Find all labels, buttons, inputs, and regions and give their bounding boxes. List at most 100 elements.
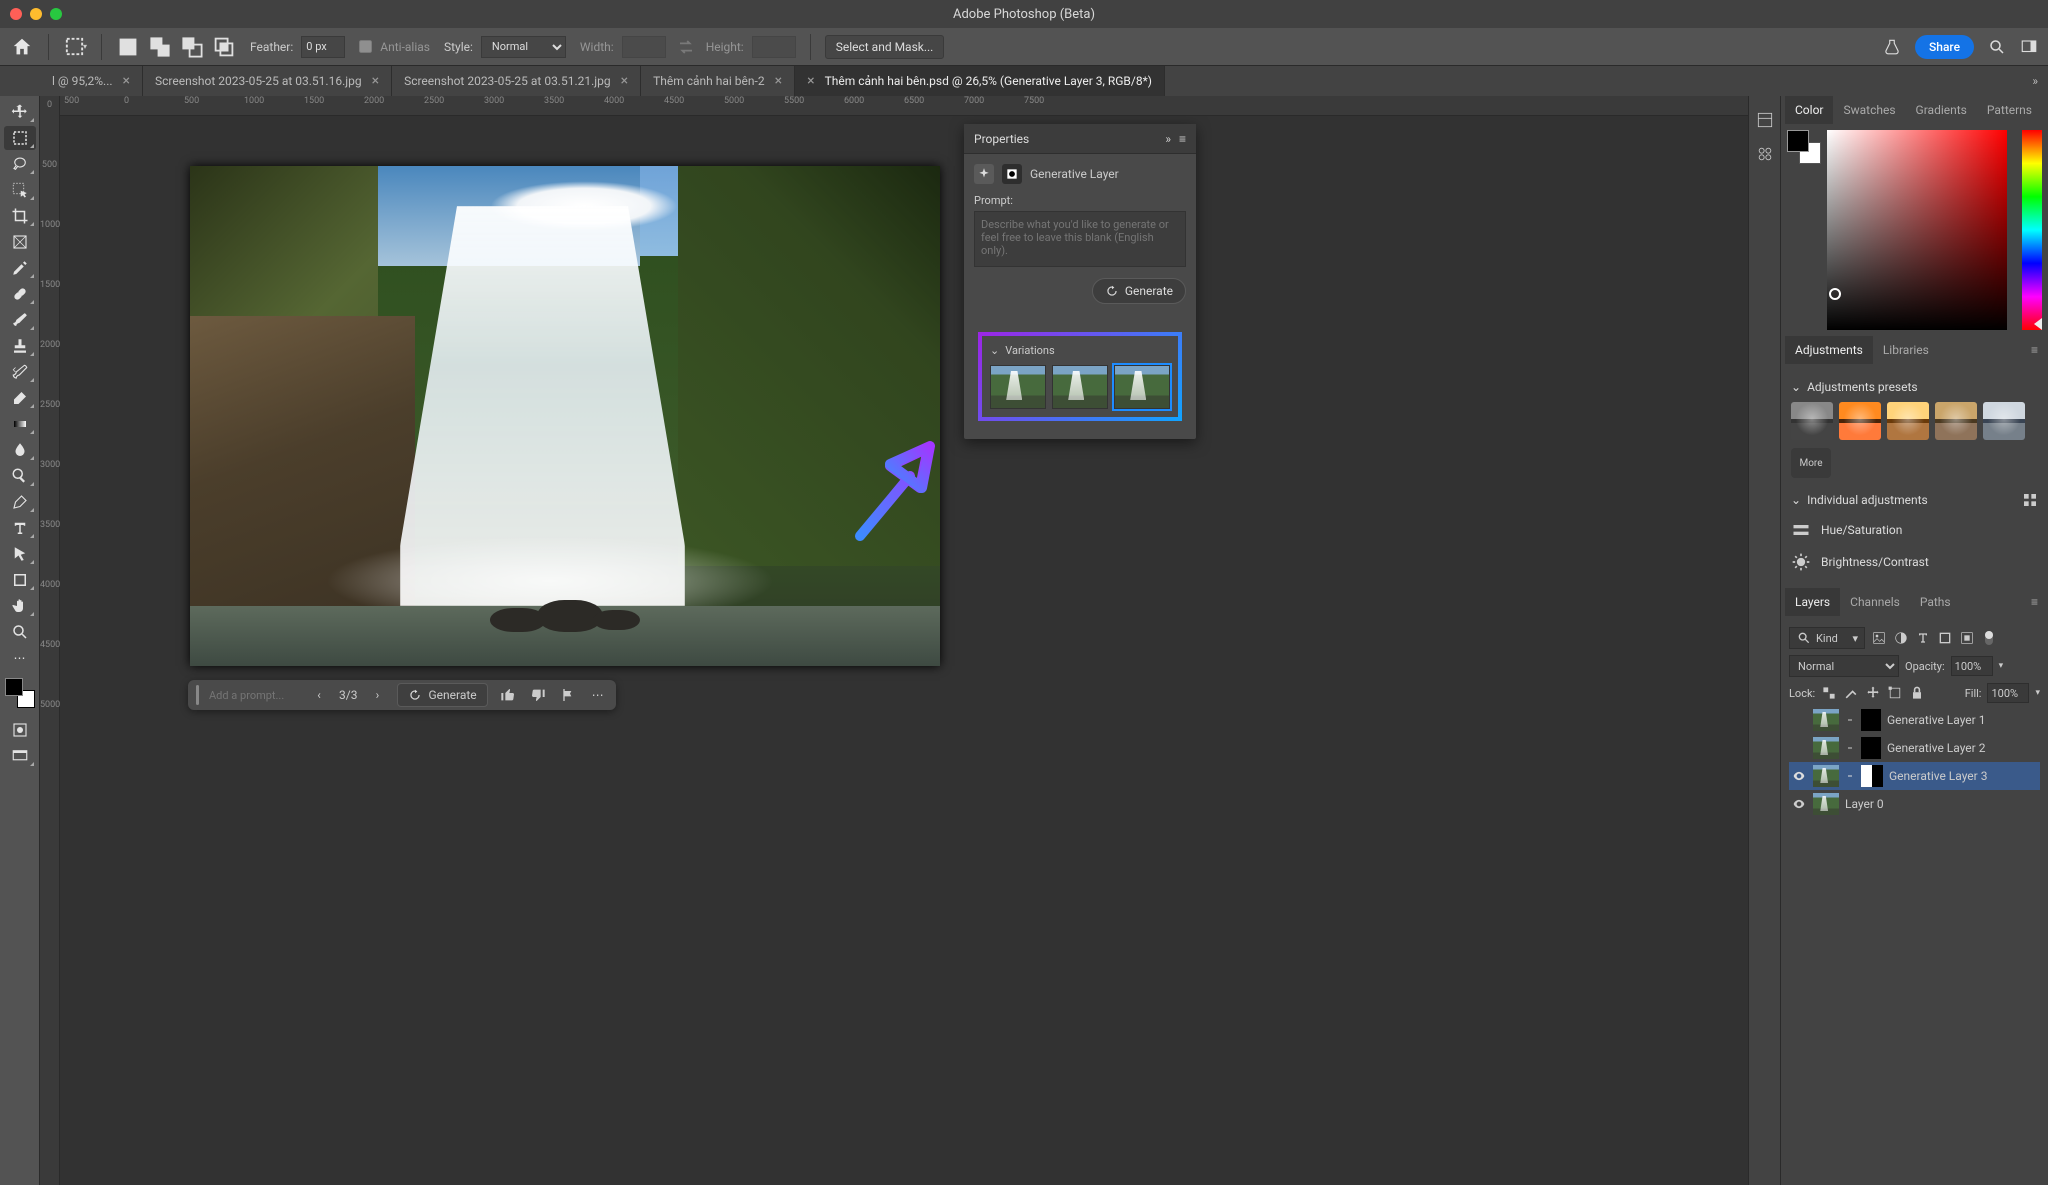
layer-name[interactable]: Generative Layer 3 (1889, 769, 1987, 783)
tab-layers[interactable]: Layers (1785, 588, 1840, 616)
filter-smart-icon[interactable] (1959, 630, 1975, 646)
hand-tool[interactable] (4, 594, 36, 618)
canvas-image[interactable] (190, 166, 940, 666)
tab-gradients[interactable]: Gradients (1906, 96, 1977, 124)
visibility-toggle[interactable] (1791, 712, 1807, 728)
layer-mask[interactable] (1861, 737, 1881, 759)
document-tab[interactable]: Screenshot 2023-05-25 at 03.51.21.jpg× (392, 66, 641, 96)
filter-pixel-icon[interactable] (1871, 630, 1887, 646)
fill-input[interactable] (1987, 683, 2029, 703)
chevron-down-icon[interactable]: ⌄ (1791, 380, 1801, 394)
preset-thumb[interactable] (1983, 402, 2025, 440)
visibility-toggle[interactable] (1791, 740, 1807, 756)
grid-view-icon[interactable] (2022, 492, 2038, 508)
feather-input[interactable] (301, 36, 345, 58)
pen-tool[interactable] (4, 490, 36, 514)
screen-mode-icon[interactable] (4, 744, 36, 768)
subtract-selection-icon[interactable] (180, 35, 204, 59)
panel-menu-icon[interactable]: ≡ (2025, 595, 2044, 609)
share-button[interactable]: Share (1915, 35, 1974, 59)
tab-adjustments[interactable]: Adjustments (1785, 336, 1873, 364)
crop-tool[interactable] (4, 204, 36, 228)
layer-name[interactable]: Generative Layer 1 (1887, 713, 1985, 727)
eraser-tool[interactable] (4, 386, 36, 410)
drag-handle[interactable] (196, 685, 199, 705)
preset-thumb[interactable] (1791, 402, 1833, 440)
beaker-icon[interactable] (1883, 38, 1901, 56)
flag-icon[interactable] (558, 685, 578, 705)
close-window[interactable] (10, 8, 22, 20)
collapsed-panel-icon[interactable] (1755, 144, 1775, 164)
more-presets-button[interactable]: More (1791, 448, 1831, 478)
prompt-input[interactable] (209, 689, 299, 702)
opacity-input[interactable] (1951, 656, 1993, 676)
color-swatches[interactable] (1787, 130, 1821, 164)
tab-channels[interactable]: Channels (1840, 588, 1910, 616)
style-select[interactable]: Normal (481, 36, 566, 58)
color-picker[interactable] (1827, 130, 2007, 330)
document-tab[interactable]: l @ 95,2%...× (40, 66, 143, 96)
foreground-background-swatches[interactable] (5, 678, 35, 708)
variation-thumb-2[interactable] (1052, 365, 1108, 409)
lock-pixels-icon[interactable] (1843, 685, 1859, 701)
gradient-tool[interactable] (4, 412, 36, 436)
generate-button[interactable]: Generate (397, 683, 487, 707)
close-tab-icon[interactable]: × (123, 73, 130, 89)
zoom-window[interactable] (50, 8, 62, 20)
visibility-toggle[interactable] (1791, 796, 1807, 812)
document-tab-active[interactable]: ×Thêm cảnh hai bên.psd @ 26,5% (Generati… (795, 66, 1165, 96)
blur-tool[interactable] (4, 438, 36, 462)
quick-mask-icon[interactable] (4, 718, 36, 742)
close-tab-icon[interactable]: × (775, 73, 782, 89)
frame-tool[interactable] (4, 230, 36, 254)
shape-tool[interactable] (4, 568, 36, 592)
move-tool[interactable] (4, 100, 36, 124)
thumbs-down-icon[interactable] (528, 685, 548, 705)
intersect-selection-icon[interactable] (212, 35, 236, 59)
preset-thumb[interactable] (1839, 402, 1881, 440)
tab-color[interactable]: Color (1785, 96, 1833, 124)
chevron-down-icon[interactable]: ⌄ (990, 344, 999, 357)
heal-tool[interactable] (4, 282, 36, 306)
document-tab[interactable]: Screenshot 2023-05-25 at 03.51.16.jpg× (143, 66, 392, 96)
layer-name[interactable]: Layer 0 (1845, 797, 1884, 811)
tab-libraries[interactable]: Libraries (1873, 336, 1939, 364)
filter-toggle[interactable] (1985, 631, 1993, 645)
brush-tool[interactable] (4, 308, 36, 332)
marquee-tool-icon[interactable]: ▾ (63, 35, 87, 59)
tab-patterns[interactable]: Patterns (1977, 96, 2042, 124)
history-brush-tool[interactable] (4, 360, 36, 384)
next-variation-icon[interactable]: › (367, 685, 387, 705)
zoom-tool[interactable] (4, 620, 36, 644)
close-tab-icon[interactable]: × (372, 73, 379, 89)
lasso-tool[interactable] (4, 152, 36, 176)
preset-thumb[interactable] (1935, 402, 1977, 440)
document-tab[interactable]: Thêm cảnh hai bên-2× (641, 66, 795, 96)
tab-overflow-icon[interactable]: » (2022, 74, 2048, 88)
layer-filter-select[interactable]: Kind▾ (1789, 627, 1865, 649)
close-tab-icon[interactable]: × (807, 73, 814, 89)
variation-thumb-1[interactable] (990, 365, 1046, 409)
search-icon[interactable] (1988, 38, 2006, 56)
lock-artboard-icon[interactable] (1887, 685, 1903, 701)
stamp-tool[interactable] (4, 334, 36, 358)
prev-variation-icon[interactable]: ‹ (309, 685, 329, 705)
lock-all-icon[interactable] (1909, 685, 1925, 701)
thumbs-up-icon[interactable] (498, 685, 518, 705)
layer-item[interactable]: Layer 0 (1789, 790, 2040, 818)
lock-position-icon[interactable] (1865, 685, 1881, 701)
select-and-mask-button[interactable]: Select and Mask... (825, 35, 945, 59)
new-selection-icon[interactable] (116, 35, 140, 59)
layer-item-selected[interactable]: Generative Layer 3 (1789, 762, 2040, 790)
properties-tab[interactable]: Properties (974, 132, 1029, 146)
layer-item[interactable]: Generative Layer 2 (1789, 734, 2040, 762)
edit-toolbar[interactable]: ⋯ (4, 646, 36, 670)
filter-type-icon[interactable] (1915, 630, 1931, 646)
preset-thumb[interactable] (1887, 402, 1929, 440)
object-select-tool[interactable] (4, 178, 36, 202)
adjustment-brightness-contrast[interactable]: Brightness/Contrast (1791, 546, 2038, 578)
workspace-icon[interactable] (2020, 38, 2038, 56)
prompt-textarea[interactable] (974, 211, 1186, 267)
layer-mask[interactable] (1861, 765, 1883, 787)
layer-item[interactable]: Generative Layer 1 (1789, 706, 2040, 734)
